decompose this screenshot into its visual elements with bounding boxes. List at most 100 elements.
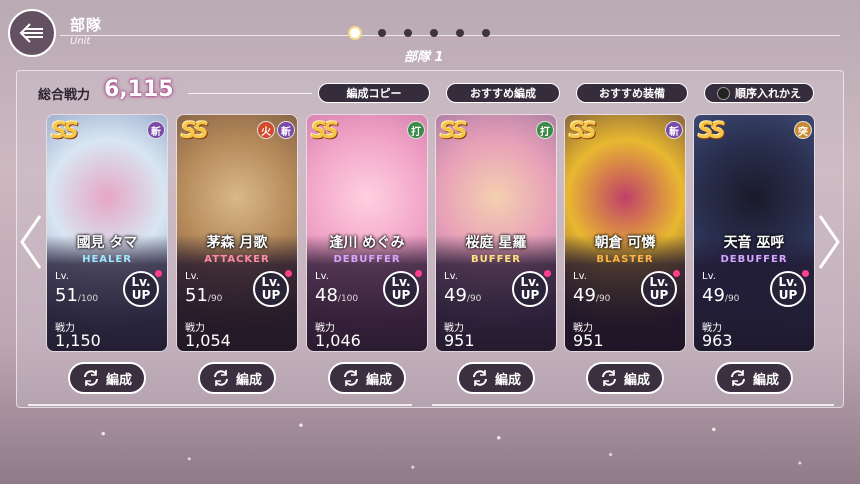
notification-dot [285, 270, 292, 277]
level-max: /100 [337, 294, 359, 304]
level-label: Lv. [702, 271, 716, 282]
character-name: 國見 タマ [76, 235, 138, 251]
background-sparkles [0, 400, 860, 484]
level-current: 51 [185, 285, 208, 306]
unit-number-label: 部隊 1 [404, 50, 444, 65]
level-up-label-bottom: UP [520, 288, 540, 302]
reorder-label: 順序入れかえ [735, 87, 801, 100]
next-unit-arrow-icon[interactable] [816, 212, 842, 272]
attribute-icon: 打 [407, 121, 425, 139]
attribute-icon: 突 [794, 121, 812, 139]
character-card[interactable]: SS 茅森 月歌 ATTACKER Lv. 51/90 Lv. UP 戦力 1,0… [176, 114, 298, 352]
attribute-icon: 火 [257, 121, 275, 139]
edit-formation-button[interactable]: 編成 [715, 362, 793, 394]
refresh-icon [601, 370, 616, 386]
character-role: DEBUFFER [333, 254, 401, 265]
copy-formation-button[interactable]: 編成コピー [318, 83, 430, 103]
bottom-divider-left [28, 404, 412, 406]
level-max: /90 [724, 294, 740, 304]
attribute-icon: 斬 [277, 121, 295, 139]
level-current: 49 [444, 285, 467, 306]
level-max: /100 [77, 294, 99, 304]
level-max: /90 [466, 294, 482, 304]
page-dot-5[interactable] [456, 29, 464, 37]
page-dot-4[interactable] [430, 29, 438, 37]
character-card[interactable]: SS 逢川 めぐみ DEBUFFER Lv. 48/100 Lv. UP 戦力 1… [306, 114, 428, 352]
level-up-button[interactable]: Lv. UP [770, 271, 806, 307]
character-name: 茅森 月歌 [206, 235, 268, 251]
page-dot-3[interactable] [404, 29, 412, 37]
back-button[interactable] [8, 9, 56, 57]
character-name: 桜庭 星羅 [465, 235, 527, 251]
level-current: 49 [702, 285, 725, 306]
character-name: 逢川 めぐみ [329, 235, 405, 251]
level-up-label-bottom: UP [649, 288, 669, 302]
character-role: BUFFER [471, 254, 521, 265]
notification-dot [155, 270, 162, 277]
power-value: 1,150 [55, 331, 101, 350]
back-arrow-icon [19, 23, 43, 43]
page-dot-6[interactable] [482, 29, 490, 37]
power-value: 963 [702, 331, 733, 350]
refresh-icon [343, 370, 358, 386]
edit-formation-button[interactable]: 編成 [68, 362, 146, 394]
attribute-icon: 斬 [665, 121, 683, 139]
edit-label: 編成 [105, 372, 132, 388]
page-dot-2[interactable] [378, 29, 386, 37]
recommend-formation-button[interactable]: おすすめ編成 [446, 83, 560, 103]
character-card[interactable]: SS 國見 タマ HEALER Lv. 51/100 Lv. UP 戦力 1,15… [46, 114, 168, 352]
level-value: 51/90 [185, 285, 222, 306]
unit-page-dots [350, 27, 490, 38]
level-up-button[interactable]: Lv. UP [512, 271, 548, 307]
edit-formation-button[interactable]: 編成 [198, 362, 276, 394]
recommend-equipment-button[interactable]: おすすめ装備 [576, 83, 688, 103]
character-role: ATTACKER [204, 254, 270, 265]
total-power-label: 総合戦力 [38, 88, 91, 103]
character-card[interactable]: SS 桜庭 星羅 BUFFER Lv. 49/90 Lv. UP 戦力 951 打 [435, 114, 557, 352]
rank-ss-badge: SS [569, 119, 597, 144]
notification-dot [544, 270, 551, 277]
notification-dot [415, 270, 422, 277]
refresh-icon [83, 370, 98, 386]
edit-label: 編成 [623, 372, 650, 388]
rank-ss-badge: SS [440, 119, 468, 144]
level-current: 48 [315, 285, 338, 306]
edit-formation-button[interactable]: 編成 [328, 362, 406, 394]
character-role: HEALER [82, 254, 132, 265]
edit-label: 編成 [494, 372, 521, 388]
character-role: BLASTER [596, 254, 654, 265]
level-label: Lv. [315, 271, 329, 282]
character-card[interactable]: SS 天音 巫呼 DEBUFFER Lv. 49/90 Lv. UP 戦力 963… [693, 114, 815, 352]
character-card[interactable]: SS 朝倉 可憐 BLASTER Lv. 49/90 Lv. UP 戦力 951 斬 [564, 114, 686, 352]
refresh-icon [472, 370, 487, 386]
prev-unit-arrow-icon[interactable] [18, 212, 44, 272]
level-current: 49 [573, 285, 596, 306]
power-value: 951 [573, 331, 604, 350]
level-up-button[interactable]: Lv. UP [253, 271, 289, 307]
level-label: Lv. [55, 271, 69, 282]
rank-ss-badge: SS [181, 119, 209, 144]
level-up-label-bottom: UP [391, 288, 411, 302]
level-up-label-bottom: UP [131, 288, 151, 302]
rank-ss-badge: SS [311, 119, 339, 144]
edit-formation-button[interactable]: 編成 [457, 362, 535, 394]
notification-dot [673, 270, 680, 277]
level-value: 49/90 [702, 285, 739, 306]
bottom-divider-right [432, 404, 834, 406]
level-value: 49/90 [444, 285, 481, 306]
level-up-button[interactable]: Lv. UP [383, 271, 419, 307]
level-up-button[interactable]: Lv. UP [641, 271, 677, 307]
edit-label: 編成 [752, 372, 779, 388]
edit-formation-button[interactable]: 編成 [586, 362, 664, 394]
notification-dot [802, 270, 809, 277]
attribute-icon: 打 [536, 121, 554, 139]
power-value: 951 [444, 331, 475, 350]
reorder-toggle[interactable]: 順序入れかえ [704, 83, 814, 103]
level-max: /90 [207, 294, 223, 304]
edit-label: 編成 [365, 372, 392, 388]
level-up-label-bottom: UP [778, 288, 798, 302]
page-dot-1[interactable] [350, 28, 360, 38]
attribute-icon: 斬 [147, 121, 165, 139]
level-up-button[interactable]: Lv. UP [123, 271, 159, 307]
character-name: 天音 巫呼 [723, 235, 785, 251]
